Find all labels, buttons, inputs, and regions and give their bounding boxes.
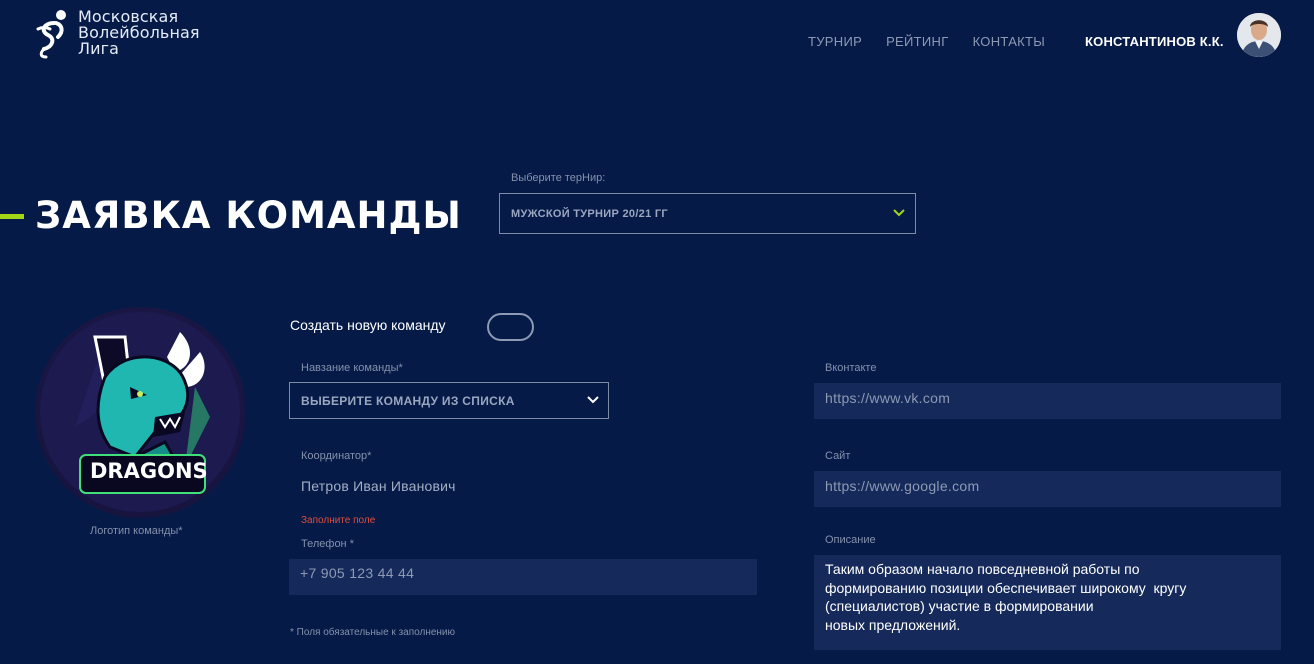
page-title: ЗАЯВКА КОМАНДЫ — [35, 194, 462, 237]
description-textarea[interactable]: Таким образом начало повседневной работы… — [814, 555, 1281, 650]
user-name[interactable]: КОНСТАНТИНОВ К.К. — [1085, 34, 1224, 49]
team-select[interactable]: ВЫБЕРИТЕ КОМАНДУ ИЗ СПИСКА — [289, 382, 609, 419]
logo-text: Московская Волейбольная Лига — [78, 9, 200, 57]
logo-line-3: Лига — [78, 39, 120, 58]
team-logo-upload[interactable]: DRAGONS — [35, 307, 246, 518]
coordinator-error: Заполните поле — [301, 515, 376, 526]
coordinator-input[interactable]: Петров Иван Иванович — [301, 478, 456, 494]
phone-input[interactable]: +7 905 123 44 44 — [289, 559, 757, 595]
description-label: Описание — [825, 534, 876, 546]
avatar[interactable] — [1237, 13, 1281, 57]
nav-tournament[interactable]: ТУРНИР — [808, 34, 862, 49]
site-input[interactable]: https://www.google.com — [814, 471, 1281, 507]
dragon-logo-icon — [40, 312, 240, 512]
user-photo-icon — [1237, 13, 1281, 57]
vk-label: Вконтакте — [825, 362, 877, 374]
team-name-label: Навзание команды* — [301, 362, 403, 374]
required-footnote: * Поля обязательные к заполнению — [290, 627, 456, 638]
description-line: формированию позиции обеспечивает широко… — [825, 579, 1187, 596]
create-team-toggle[interactable] — [487, 313, 534, 341]
nav-contacts[interactable]: КОНТАКТЫ — [973, 34, 1046, 49]
site-logo[interactable]: Московская Волейбольная Лига — [34, 9, 200, 59]
volleyball-player-icon — [36, 10, 66, 59]
tournament-label: Выберите терНир: — [511, 172, 606, 184]
nav-rating[interactable]: РЕЙТИНГ — [886, 34, 949, 49]
tournament-select[interactable]: МУЖСКОЙ ТУРНИР 20/21 ГГ — [499, 193, 916, 234]
tournament-select-value: МУЖСКОЙ ТУРНИР 20/21 ГГ — [511, 207, 668, 220]
team-logo-caption: Логотип команды* — [90, 525, 183, 537]
coordinator-label: Координатор* — [301, 450, 372, 462]
create-team-label: Создать новую команду — [290, 317, 446, 333]
description-line: Таким образом начало повседневной работы… — [825, 561, 1140, 577]
vk-input[interactable]: https://www.vk.com — [814, 383, 1281, 419]
chevron-down-icon — [587, 396, 599, 404]
main-nav: ТУРНИР РЕЙТИНГ КОНТАКТЫ — [808, 34, 1069, 49]
team-logo-text: DRAGONS — [90, 459, 208, 483]
chevron-down-icon — [893, 209, 905, 217]
phone-label: Телефон * — [301, 538, 354, 550]
site-value: https://www.google.com — [825, 478, 980, 494]
site-label: Сайт — [825, 450, 851, 462]
description-line: (специалистов) участие в формировании — [825, 598, 1094, 614]
team-select-value: ВЫБЕРИТЕ КОМАНДУ ИЗ СПИСКА — [301, 393, 515, 408]
phone-value: +7 905 123 44 44 — [300, 565, 415, 581]
description-line: новых предложений. — [825, 616, 961, 633]
title-accent-bar — [0, 214, 24, 219]
vk-value: https://www.vk.com — [825, 390, 951, 406]
